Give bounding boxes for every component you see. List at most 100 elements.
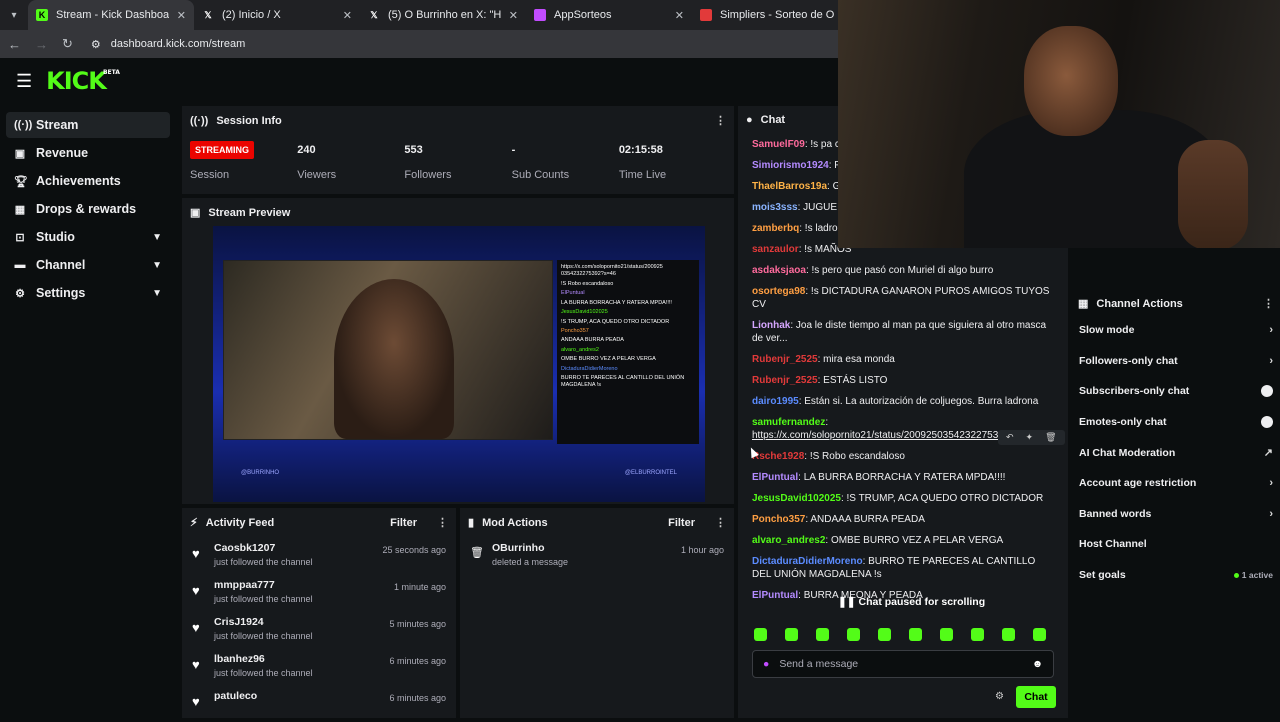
follower-name[interactable]: mmppaa777: [214, 579, 313, 591]
browser-tab[interactable]: K Stream - Kick Dashboard ✕: [28, 0, 194, 30]
kick-logo[interactable]: KICK BETA: [46, 67, 120, 95]
chat-message[interactable]: osortega98: !s DICTADURA GANARON PUROS A…: [738, 281, 1068, 315]
reply-icon[interactable]: ↶: [1006, 432, 1014, 443]
chat-username[interactable]: sanzaulor: [752, 244, 799, 255]
browser-tab[interactable]: AppSorteos ✕: [526, 0, 692, 30]
emote-icon[interactable]: [971, 628, 984, 641]
back-icon[interactable]: ←: [8, 37, 21, 52]
channel-action-item[interactable]: Banned words ›: [1072, 499, 1280, 530]
sidebar-item-settings[interactable]: ⚙ Settings ▼: [6, 280, 170, 306]
forward-icon[interactable]: →: [35, 37, 48, 52]
sidebar-item-studio[interactable]: ⊡ Studio ▼: [6, 224, 170, 250]
chat-text[interactable]: https://x.com/solopornito21/status/20092…: [752, 430, 1037, 441]
emote-icon[interactable]: [1002, 628, 1015, 641]
close-icon[interactable]: ✕: [177, 9, 186, 22]
close-icon[interactable]: ✕: [509, 9, 518, 22]
mic-icon[interactable]: ●: [763, 658, 769, 670]
chat-username[interactable]: asdaksjaoa: [752, 265, 806, 276]
follower-name[interactable]: CrisJ1924: [214, 616, 313, 628]
follower-name[interactable]: lbanhez96: [214, 653, 313, 665]
chat-paused-notice[interactable]: ❚❚ Chat paused for scrolling: [838, 596, 985, 608]
emote-icon[interactable]: [816, 628, 829, 641]
browser-tab[interactable]: 𝕏 (5) O Burrinho en X: "Hi @bele ✕: [360, 0, 526, 30]
channel-action-item[interactable]: Account age restriction ›: [1072, 468, 1280, 499]
chat-message[interactable]: JesusDavid102025: !S TRUMP, ACA QUEDO OT…: [738, 488, 1068, 509]
emote-icon[interactable]: [754, 628, 767, 641]
chat-username[interactable]: Lionhak: [752, 320, 790, 331]
more-options-icon[interactable]: ⋮: [437, 516, 448, 529]
chat-username[interactable]: Simiorismo1924: [752, 160, 829, 171]
more-options-icon[interactable]: ⋮: [1263, 297, 1274, 310]
tab-search-icon[interactable]: ▾: [0, 0, 28, 30]
chat-username[interactable]: Rsche1928: [752, 451, 804, 462]
chat-username[interactable]: Poncho357: [752, 514, 805, 525]
channel-action-item[interactable]: Host Channel: [1072, 529, 1280, 560]
chat-message[interactable]: asdaksjaoa: !s pero que pasó con Muriel …: [738, 260, 1068, 281]
sidebar-item-drops[interactable]: ▦ Drops & rewards: [6, 196, 170, 222]
more-options-icon[interactable]: ⋮: [715, 516, 726, 529]
sidebar-item-stream[interactable]: ((·)) Stream: [6, 112, 170, 138]
follower-name[interactable]: Caosbk1207: [214, 542, 313, 554]
more-options-icon[interactable]: ⋮: [715, 114, 726, 127]
chat-username[interactable]: ElPuntual: [752, 590, 798, 601]
channel-action-item[interactable]: Set goals 1 active: [1072, 560, 1280, 591]
chat-message[interactable]: Poncho357: ANDAAA BURRA PEADA: [738, 509, 1068, 530]
emote-icon[interactable]: [847, 628, 860, 641]
toggle-switch[interactable]: [1261, 385, 1273, 398]
browser-tab[interactable]: Simpliers - Sorteo de O Burrin: [692, 0, 858, 30]
follower-name[interactable]: patuleco: [214, 690, 257, 702]
chat-username[interactable]: Rubenjr_2525: [752, 354, 818, 365]
chat-username[interactable]: mois3sss: [752, 202, 798, 213]
chat-username[interactable]: SamuelF09: [752, 139, 805, 150]
chat-message[interactable]: DictaduraDidierMoreno: BURRO TE PARECES …: [738, 551, 1068, 585]
moderator-name[interactable]: OBurrinho: [492, 542, 568, 554]
emote-icon[interactable]: [1033, 628, 1046, 641]
chat-username[interactable]: DictaduraDidierMoreno: [752, 556, 863, 567]
sidebar-item-achievements[interactable]: 🏆︎ Achievements: [6, 168, 170, 194]
sidebar-item-channel[interactable]: ▬ Channel ▼: [6, 252, 170, 278]
emote-icon[interactable]: [940, 628, 953, 641]
menu-icon[interactable]: ☰: [16, 71, 32, 92]
chat-username[interactable]: samufernandez: [752, 417, 825, 428]
close-icon[interactable]: ✕: [343, 9, 352, 22]
toggle-switch[interactable]: [1261, 416, 1273, 429]
delete-icon[interactable]: 🗑︎: [1045, 432, 1056, 443]
chat-username[interactable]: zamberbq: [752, 223, 799, 234]
chat-settings-icon[interactable]: ⚙: [995, 691, 1004, 702]
chat-username[interactable]: JesusDavid102025: [752, 493, 841, 504]
emote-icon[interactable]: [909, 628, 922, 641]
chat-username[interactable]: ThaelBarros19a: [752, 181, 827, 192]
chat-input[interactable]: ● Send a message ☻: [752, 650, 1054, 678]
channel-action-item[interactable]: Slow mode ›: [1072, 315, 1280, 346]
reload-icon[interactable]: ↻: [62, 36, 73, 52]
browser-tab[interactable]: 𝕏 (2) Inicio / X ✕: [194, 0, 360, 30]
chat-message[interactable]: dairo1995: Están si. La autorización de …: [738, 391, 1068, 412]
close-icon[interactable]: ✕: [675, 9, 684, 22]
channel-action-item[interactable]: Followers-only chat ›: [1072, 346, 1280, 377]
chat-message[interactable]: ElPuntual: LA BURRA BORRACHA Y RATERA MP…: [738, 467, 1068, 488]
send-chat-button[interactable]: Chat: [1016, 686, 1056, 708]
chat-username[interactable]: alvaro_andres2: [752, 535, 825, 546]
filter-button[interactable]: Filter: [668, 517, 695, 529]
channel-action-item[interactable]: AI Chat Moderation ↗: [1072, 437, 1280, 468]
filter-button[interactable]: Filter: [390, 517, 417, 529]
emote-icon[interactable]: [878, 628, 891, 641]
chat-message[interactable]: alvaro_andres2: OMBE BURRO VEZ A PELAR V…: [738, 530, 1068, 551]
chat-username[interactable]: ElPuntual: [752, 472, 798, 483]
sidebar-item-revenue[interactable]: ▣ Revenue: [6, 140, 170, 166]
channel-action-item[interactable]: Subscribers-only chat: [1072, 376, 1280, 407]
chat-username[interactable]: osortega98: [752, 286, 805, 297]
chat-username[interactable]: dairo1995: [752, 396, 799, 407]
site-settings-icon[interactable]: ⚙: [91, 38, 101, 51]
emoji-icon[interactable]: ☻: [1032, 658, 1043, 670]
stream-preview-video[interactable]: https://x.com/solopornito21/status/20092…: [213, 226, 705, 502]
chat-message[interactable]: Rsche1928: !S Robo escandaloso: [738, 446, 1068, 467]
chat-username[interactable]: Rubenjr_2525: [752, 375, 818, 386]
url-field[interactable]: ⚙ dashboard.kick.com/stream: [91, 38, 245, 51]
chat-message[interactable]: Rubenjr_2525: mira esa monda: [738, 349, 1068, 370]
pin-icon[interactable]: ✦: [1026, 432, 1034, 443]
chat-message[interactable]: Rubenjr_2525: ESTÁS LISTO: [738, 370, 1068, 391]
chat-message[interactable]: Lionhak: Joa le diste tiempo al man pa q…: [738, 315, 1068, 349]
emote-icon[interactable]: [785, 628, 798, 641]
channel-action-item[interactable]: Emotes-only chat: [1072, 407, 1280, 438]
